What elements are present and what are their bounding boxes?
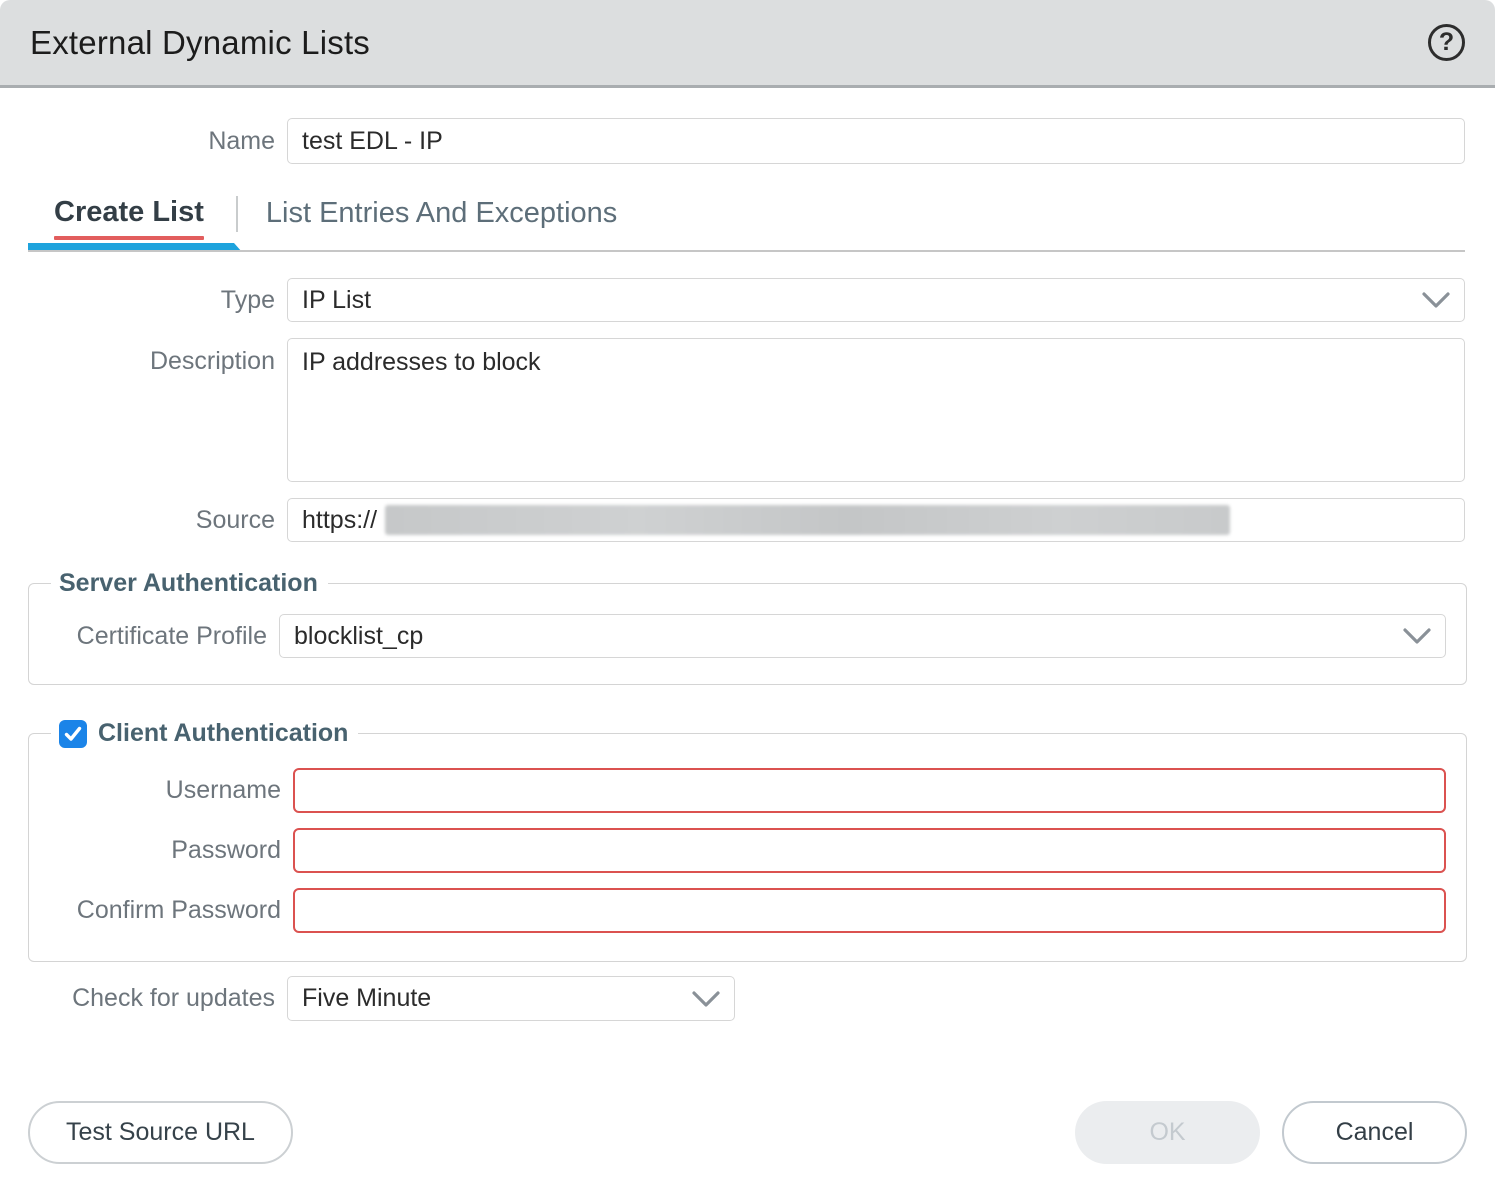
dialog-title: External Dynamic Lists bbox=[30, 24, 370, 62]
tab-create-list[interactable]: Create List bbox=[30, 196, 228, 240]
name-label: Name bbox=[30, 127, 275, 156]
name-input[interactable] bbox=[287, 118, 1465, 164]
chevron-down-icon bbox=[1422, 291, 1450, 309]
cancel-button[interactable]: Cancel bbox=[1282, 1101, 1467, 1164]
confirm-password-row: Confirm Password bbox=[29, 888, 1446, 933]
server-authentication-section: Server Authentication Certificate Profil… bbox=[28, 569, 1467, 685]
name-row: Name bbox=[0, 118, 1495, 164]
tab-create-list-label: Create List bbox=[54, 196, 204, 229]
server-authentication-legend: Server Authentication bbox=[51, 569, 328, 598]
username-row: Username bbox=[29, 768, 1446, 813]
type-row: Type IP List bbox=[0, 278, 1495, 322]
description-row: Description IP addresses to block bbox=[0, 338, 1495, 482]
description-textarea[interactable]: IP addresses to block bbox=[287, 338, 1465, 482]
check-for-updates-row: Check for updates Five Minute bbox=[0, 976, 1495, 1021]
certificate-profile-row: Certificate Profile blocklist_cp bbox=[29, 614, 1446, 658]
source-input[interactable]: https:// bbox=[287, 498, 1465, 542]
type-select-value: IP List bbox=[302, 286, 371, 315]
checkmark-icon bbox=[63, 724, 83, 744]
external-dynamic-lists-dialog: External Dynamic Lists ? Name Create Lis… bbox=[0, 0, 1495, 1195]
client-authentication-title: Client Authentication bbox=[98, 719, 348, 748]
certificate-profile-label: Certificate Profile bbox=[29, 622, 267, 651]
type-select[interactable]: IP List bbox=[287, 278, 1465, 322]
active-tab-underline bbox=[54, 236, 204, 240]
source-url-prefix: https:// bbox=[302, 506, 377, 535]
check-for-updates-label: Check for updates bbox=[30, 984, 275, 1013]
help-icon[interactable]: ? bbox=[1428, 24, 1465, 61]
tab-separator bbox=[236, 196, 238, 232]
test-source-url-button[interactable]: Test Source URL bbox=[28, 1101, 293, 1164]
check-for-updates-select[interactable]: Five Minute bbox=[287, 976, 735, 1021]
client-authentication-section: Client Authentication Username Password … bbox=[28, 719, 1467, 962]
client-authentication-legend: Client Authentication bbox=[51, 719, 358, 748]
certificate-profile-select[interactable]: blocklist_cp bbox=[279, 614, 1446, 658]
ok-button[interactable]: OK bbox=[1075, 1101, 1260, 1164]
source-label: Source bbox=[30, 506, 275, 535]
confirm-password-input[interactable] bbox=[293, 888, 1446, 933]
certificate-profile-value: blocklist_cp bbox=[294, 622, 423, 651]
source-row: Source https:// bbox=[0, 498, 1495, 542]
dialog-header: External Dynamic Lists ? bbox=[0, 0, 1495, 88]
tab-baseline-divider bbox=[28, 250, 1465, 253]
password-row: Password bbox=[29, 828, 1446, 873]
tab-bar: Create List List Entries And Exceptions bbox=[0, 196, 1495, 252]
redacted-url-block bbox=[385, 505, 1230, 535]
username-label: Username bbox=[29, 776, 281, 805]
tab-list-entries-and-exceptions[interactable]: List Entries And Exceptions bbox=[266, 196, 617, 230]
password-label: Password bbox=[29, 836, 281, 865]
confirm-password-label: Confirm Password bbox=[29, 896, 281, 925]
type-label: Type bbox=[30, 286, 275, 315]
check-for-updates-value: Five Minute bbox=[302, 984, 431, 1013]
chevron-down-icon bbox=[692, 990, 720, 1008]
username-input[interactable] bbox=[293, 768, 1446, 813]
password-input[interactable] bbox=[293, 828, 1446, 873]
server-authentication-title: Server Authentication bbox=[59, 569, 318, 598]
chevron-down-icon bbox=[1403, 627, 1431, 645]
tab-list-entries-label: List Entries And Exceptions bbox=[266, 197, 617, 229]
dialog-footer: Test Source URL OK Cancel bbox=[0, 1101, 1495, 1164]
client-authentication-checkbox[interactable] bbox=[59, 720, 87, 748]
description-label: Description bbox=[30, 347, 275, 376]
